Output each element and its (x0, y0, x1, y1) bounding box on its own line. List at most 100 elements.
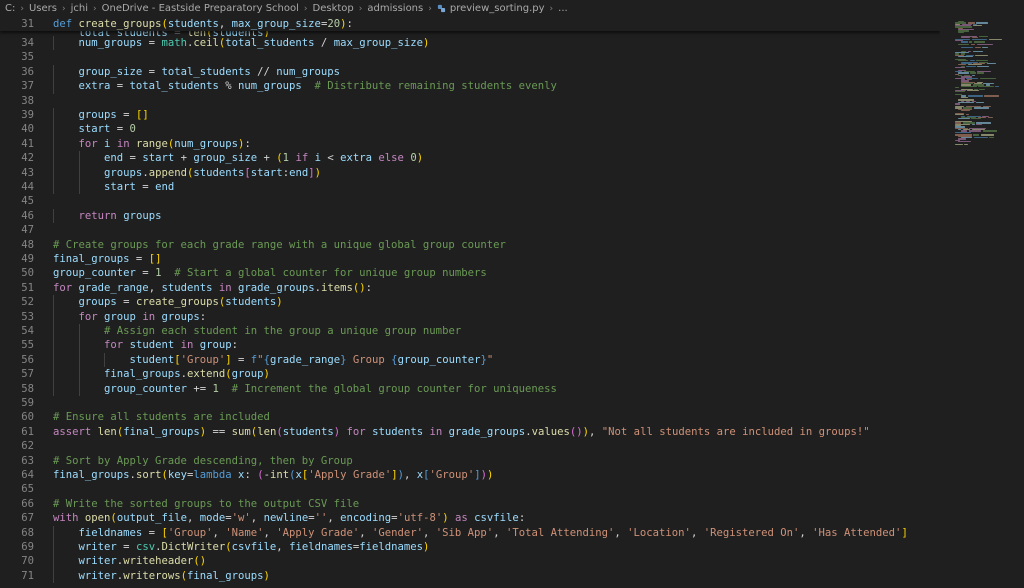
code-line[interactable]: 67 with open(output_file, mode='w', newli… (0, 511, 525, 525)
minimap-line (961, 85, 977, 88)
code-line[interactable]: 52 groups = create_groups(students) (0, 295, 282, 309)
code-editor[interactable]: total_students = len(students) 34 num_gro… (0, 17, 940, 588)
code-text: groups.append(students[start:end]) (104, 166, 321, 179)
breadcrumb-item[interactable]: Desktop (313, 3, 354, 14)
code-line[interactable]: 50 group_counter = 1 # Start a global cou… (0, 266, 487, 280)
code-line[interactable]: 60 # Ensure all students are included (0, 410, 270, 424)
code-line[interactable]: 68 fieldnames = ['Group', 'Name', 'Apply… (0, 526, 908, 540)
breadcrumb-item[interactable]: admissions (367, 3, 423, 14)
breadcrumb-item[interactable]: Users (29, 3, 57, 14)
code-line[interactable]: 69 writer = csv.DictWriter(csvfile, fiel… (0, 540, 429, 554)
code-line[interactable]: 46 return groups (0, 209, 161, 223)
indent-guide (104, 352, 106, 368)
minimap-line (967, 89, 979, 92)
code-line[interactable]: 53 for group in groups: (0, 310, 206, 324)
line-number: 48 (21, 238, 34, 251)
line-number: 43 (21, 166, 34, 179)
minimap-line (972, 25, 982, 27)
code-line[interactable]: 66 # Write the sorted groups to the outpu… (0, 497, 359, 511)
sticky-scroll-header[interactable]: 31 def create_groups(students, max_group_… (0, 17, 940, 32)
code-line[interactable]: 44 start = end (0, 180, 174, 194)
line-number: 57 (21, 368, 34, 381)
breadcrumb-separator: › (303, 3, 308, 14)
line-number: 39 (21, 109, 34, 121)
code-text: # Ensure all students are included (53, 411, 270, 424)
minimap-line (976, 22, 989, 24)
code-line[interactable]: 58 group_counter += 1 # Increment the gl… (0, 382, 557, 396)
code-line[interactable]: 49 final_groups = [] (0, 252, 161, 266)
line-number: 38 (21, 94, 34, 107)
line-number: 46 (21, 209, 34, 222)
code-line[interactable]: 37 extra = total_students % num_groups #… (0, 79, 557, 93)
minimap-line (964, 143, 969, 146)
breadcrumb-item[interactable]: preview_sorting.py (450, 3, 545, 14)
indent-guide (53, 108, 54, 123)
minimap-line (977, 72, 984, 74)
breadcrumb-separator: › (93, 3, 97, 14)
breadcrumb-item[interactable]: jchi (71, 3, 88, 14)
code-text: writer.writerows(final_groups) (78, 569, 270, 582)
code-text: groups = [] (78, 109, 149, 121)
line-number: 70 (21, 555, 34, 568)
code-line[interactable]: 38 (0, 94, 53, 108)
code-line[interactable]: 47 (0, 223, 53, 237)
line-number: 55 (21, 339, 34, 352)
minimap-line (958, 102, 975, 104)
code-line[interactable]: 63 # Sort by Apply Grade descending, then… (0, 454, 353, 468)
indent-guide (53, 122, 54, 137)
line-number: 61 (21, 425, 34, 438)
code-line[interactable]: 56 student['Group'] = f"{grade_range} Gr… (0, 353, 493, 367)
indent-guide (78, 151, 80, 166)
code-line[interactable]: 40 start = 0 (0, 122, 136, 136)
code-line[interactable]: 43 groups.append(students[start:end]) (0, 166, 321, 180)
code-text: writer = csv.DictWriter(csvfile, fieldna… (78, 541, 430, 553)
minimap-line (961, 46, 974, 48)
code-line[interactable]: 61 assert len(final_groups) == sum(len(st… (0, 425, 869, 439)
code-line[interactable]: 42 end = start + group_size + (1 if i < … (0, 151, 423, 165)
line-number: 56 (21, 353, 34, 366)
code-text: start = 0 (78, 123, 136, 136)
code-text: # Create groups for each grade range wit… (53, 238, 506, 251)
minimap-line (977, 65, 990, 67)
python-file-icon (437, 4, 445, 13)
minimap-line (971, 118, 981, 120)
code-line[interactable]: 62 (0, 439, 53, 453)
code-line[interactable]: 64 final_groups.sort(key=lambda x: (-int(… (0, 468, 493, 482)
code-line[interactable]: 34 num_groups = math.ceil(total_students… (0, 36, 429, 50)
code-line[interactable]: 59 (0, 396, 53, 410)
minimap-line (986, 62, 996, 65)
line-number: 63 (21, 454, 34, 467)
code-line[interactable]: 35 (0, 50, 53, 64)
line-number: 37 (21, 80, 34, 93)
line-number: 59 (21, 397, 34, 409)
code-line[interactable]: 51 for grade_range, students in grade_gro… (0, 281, 372, 295)
code-line[interactable]: 48 # Create groups for each grade range w… (0, 238, 506, 252)
code-line[interactable]: 41 for i in range(num_groups): (0, 137, 251, 151)
breadcrumb-item[interactable]: OneDrive - Eastside Preparatory School (102, 3, 299, 14)
code-line[interactable]: 71 writer.writerows(final_groups) (0, 569, 270, 583)
minimap-line (976, 43, 993, 46)
minimap-line (971, 38, 988, 40)
code-line[interactable]: 57 final_groups.extend(group) (0, 367, 270, 381)
line-number: 36 (21, 65, 34, 78)
line-number: 34 (21, 37, 34, 49)
code-line[interactable]: 70 writer.writeheader() (0, 554, 206, 568)
breadcrumb-item[interactable]: C: (5, 3, 15, 14)
code-line[interactable]: 54 # Assign each student in the group a … (0, 324, 461, 338)
code-line[interactable]: 45 (0, 194, 53, 208)
line-number: 58 (21, 382, 34, 395)
code-line[interactable]: 36 group_size = total_students // num_gr… (0, 65, 340, 79)
code-text: # Sort by Apply Grade descending, then b… (53, 454, 353, 467)
code-text: group_counter = 1 # Start a global count… (53, 267, 487, 280)
code-line[interactable]: 39 groups = [] (0, 108, 149, 122)
minimap-line (979, 77, 996, 79)
minimap-line (984, 95, 999, 97)
minimap[interactable] (955, 17, 1024, 588)
code-text: final_groups.extend(group) (104, 368, 270, 381)
indent-guide (53, 180, 54, 195)
minimap-line (975, 54, 989, 57)
minimap-line (972, 50, 983, 52)
breadcrumb-item[interactable]: ... (558, 3, 568, 14)
code-line[interactable]: 55 for student in group: (0, 338, 238, 352)
code-line[interactable]: 65 (0, 482, 53, 496)
